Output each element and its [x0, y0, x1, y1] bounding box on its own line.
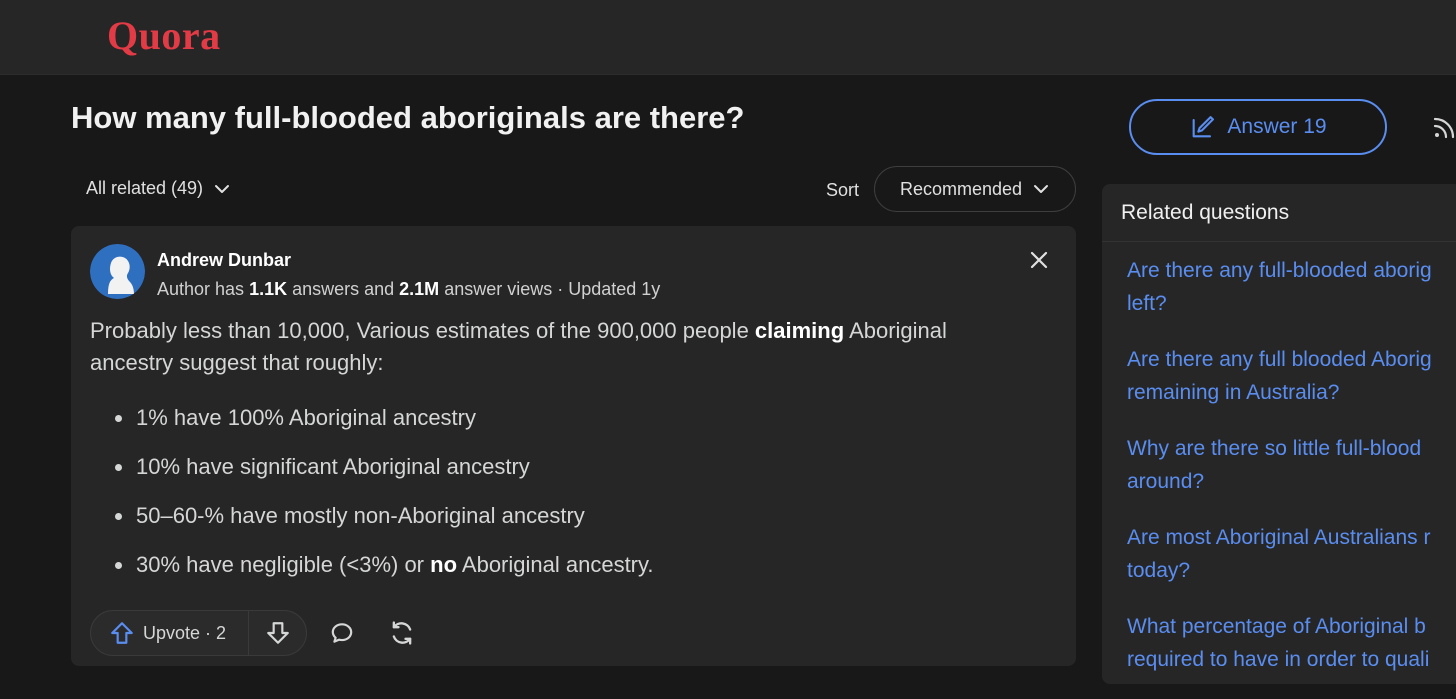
answers-count: 1.1K — [249, 279, 288, 299]
list-item: 10% have significant Aboriginal ancestry — [90, 451, 1020, 500]
link-text: Are most Aboriginal Australians r — [1127, 526, 1431, 549]
link-text: around? — [1127, 470, 1205, 493]
quora-logo[interactable]: Quora — [107, 12, 221, 59]
downvote-button[interactable] — [249, 611, 306, 655]
upvote-label: Upvote · 2 — [143, 622, 227, 643]
answer-button-label: Answer 19 — [1227, 115, 1327, 138]
pencil-icon — [1193, 116, 1215, 138]
link-text: today? — [1127, 559, 1191, 582]
close-icon[interactable] — [1027, 248, 1051, 272]
related-questions-panel: Related questions Are there any full-blo… — [1102, 184, 1456, 684]
top-bar: Quora — [0, 0, 1456, 75]
rss-icon[interactable] — [1432, 113, 1456, 148]
comment-button[interactable] — [329, 620, 355, 651]
question-title: How many full-blooded aboriginals are th… — [71, 100, 745, 135]
answer-text: Probably less than 10,000, Various estim… — [90, 318, 755, 343]
link-text: Are there any full blooded Aborig — [1127, 348, 1432, 371]
list-item: 50–60-% have mostly non-Aboriginal ances… — [90, 500, 1020, 549]
link-text: What percentage of Aboriginal b — [1127, 615, 1426, 638]
related-questions-title: Related questions — [1121, 201, 1290, 224]
views-count: 2.1M — [399, 279, 440, 299]
chevron-down-icon — [1034, 185, 1049, 193]
comment-icon — [331, 623, 353, 643]
answer-bullet-list: 1% have 100% Aboriginal ancestry 10% hav… — [90, 402, 1020, 598]
related-questions-list: Are there any full-blooded aborig left? A… — [1127, 254, 1456, 699]
upvote-button[interactable]: Upvote · 2 — [91, 611, 249, 655]
answer-paragraph: Probably less than 10,000, Various estim… — [90, 315, 1020, 379]
sort-value: Recommended — [899, 178, 1023, 199]
share-button[interactable] — [387, 619, 417, 652]
author-name[interactable]: Andrew Dunbar — [157, 250, 291, 271]
meta-text: Author has — [157, 279, 250, 299]
downvote-arrow-icon — [266, 622, 289, 644]
upvote-arrow-icon — [111, 622, 133, 644]
share-icon — [392, 621, 412, 645]
bullet-bold-text: no — [430, 552, 458, 577]
divider — [1102, 241, 1456, 242]
answer-bold-text: claiming — [754, 318, 845, 343]
answer-card: Andrew Dunbar Author has 1.1K answers an… — [71, 226, 1076, 666]
bullet-text: Aboriginal ancestry. — [457, 552, 654, 577]
list-item: 30% have negligible (<3%) or no Aborigin… — [90, 549, 1020, 598]
link-text: remaining in Australia? — [1127, 381, 1340, 404]
answer-button[interactable]: Answer 19 — [1129, 99, 1387, 155]
link-text: Are there any full-blooded aborig — [1127, 259, 1432, 282]
related-question-link[interactable]: What percentage of Aboriginal b required … — [1127, 610, 1456, 699]
link-text: left? — [1127, 292, 1167, 315]
chevron-down-icon — [215, 184, 230, 193]
list-item: 1% have 100% Aboriginal ancestry — [90, 402, 1020, 451]
related-question-link[interactable]: Are there any full-blooded aborig left? — [1127, 254, 1456, 343]
related-question-link[interactable]: Are there any full blooded Aborig remaini… — [1127, 343, 1456, 432]
link-text: Why are there so little full-blood — [1127, 437, 1422, 460]
related-question-link[interactable]: Are most Aboriginal Australians r today? — [1127, 521, 1456, 610]
meta-text: answer views · Updated 1y — [439, 279, 661, 299]
sort-dropdown[interactable]: Recommended — [874, 166, 1076, 212]
author-credentials: Author has 1.1K answers and 2.1M answer … — [157, 279, 660, 300]
related-question-link[interactable]: Why are there so little full-blood around… — [1127, 432, 1456, 521]
sort-label: Sort — [826, 180, 860, 200]
meta-text: answers and — [287, 279, 400, 299]
link-text: required to have in order to quali — [1127, 648, 1430, 671]
filter-label: All related (49) — [86, 178, 204, 198]
all-related-filter[interactable]: All related (49) — [86, 178, 231, 199]
avatar[interactable] — [90, 244, 145, 299]
bullet-text: 30% have negligible (<3%) or — [136, 552, 431, 577]
vote-group: Upvote · 2 — [90, 610, 307, 656]
